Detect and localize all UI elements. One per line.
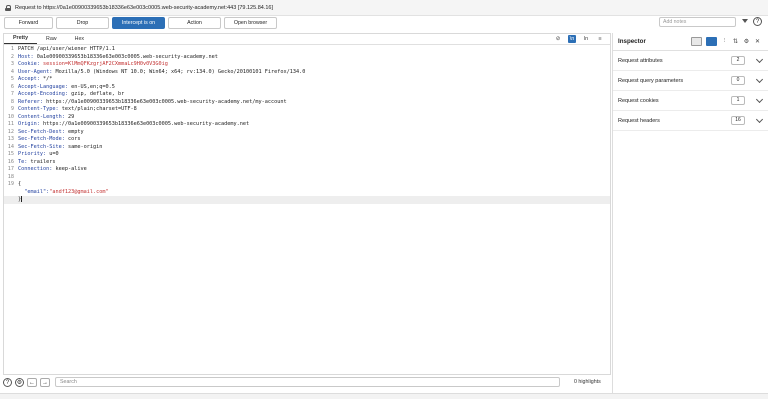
lock-icon [5, 4, 11, 11]
code-line: 12 Sec-Fetch-Dest: empty [7, 128, 84, 135]
count-badge: 0 [731, 76, 745, 85]
code-line: 16 Te: trailers [7, 158, 56, 165]
code-line: 9 Content-Type: text/plain;charset=UTF-8 [10, 106, 137, 112]
notes-input[interactable]: Add notes [659, 17, 736, 27]
gear-icon[interactable]: ⚙ [743, 38, 750, 45]
count-badge: 16 [731, 116, 745, 125]
inspector-row-request-attributes[interactable]: Request attributes 2 [613, 51, 768, 71]
status-bar [0, 393, 768, 399]
forward-button[interactable]: Forward [4, 17, 53, 29]
menu-icon[interactable]: ≡ [596, 35, 604, 43]
tab-hex[interactable]: Hex [66, 34, 93, 44]
message-editor[interactable]: Pretty Raw Hex ⊘ \n ln ≡ 1 PATCH /api/use… [3, 33, 611, 375]
layout-split-icon[interactable] [691, 37, 702, 46]
code-line-current: } [4, 196, 610, 204]
count-badge: 1 [731, 96, 745, 105]
code-line: 10 Content-Length: 29 [7, 113, 75, 120]
inspector-panel: Inspector ⫶ ⇅ ⚙ ✕ Request attributes 2 R… [612, 33, 768, 393]
inspector-title: Inspector [618, 38, 646, 45]
code-line: 11 Origin: https://0a1e00900339653b18336e… [7, 121, 250, 127]
tab-raw[interactable]: Raw [37, 34, 66, 44]
align-icon[interactable]: ⫶ [721, 38, 728, 45]
intercept-toolbar: Forward Drop Intercept is on Action Open… [0, 15, 768, 31]
drop-button[interactable]: Drop [56, 17, 109, 29]
forward-arrow-icon[interactable]: → [40, 377, 50, 387]
chevron-down-icon[interactable] [742, 19, 748, 23]
code-line: 19{ [7, 181, 22, 187]
code-line: 18 [7, 173, 14, 180]
search-bar: ? ⚙ ← → Search 0 highlights [0, 375, 610, 389]
chevron-down-icon[interactable] [755, 95, 764, 104]
highlights-count: 0 highlights [574, 379, 601, 385]
intercept-toggle-button[interactable]: Intercept is on [112, 17, 165, 29]
search-input[interactable]: Search [55, 377, 560, 387]
code-line: 3 Cookie: session=KlMmQFKzgrjAF2CXmmaLc9H… [10, 61, 168, 67]
code-line: 7 Accept-Encoding: gzip, deflate, br [10, 91, 125, 97]
wrap-icon[interactable]: ln [582, 35, 590, 43]
close-icon[interactable]: ✕ [754, 38, 761, 45]
code-line: 2 Host: 0a1e00900339653b18336e63e003c0005… [10, 53, 218, 60]
code-line: 4 User-Agent: Mozilla/5.0 (Windows NT 10.… [10, 68, 306, 75]
help-icon[interactable]: ? [3, 377, 12, 387]
sort-icon[interactable]: ⇅ [732, 38, 739, 45]
open-browser-button[interactable]: Open browser [224, 17, 277, 29]
action-button[interactable]: Action [168, 17, 221, 29]
code-line: 17 Connection: keep-alive [7, 166, 87, 172]
editor-icons: ⊘ \n ln ≡ [554, 35, 604, 43]
request-info-bar: Request to https://0a1e00900339653b18336… [0, 0, 768, 16]
inspector-icons: ⫶ ⇅ ⚙ ✕ [691, 37, 761, 46]
count-badge: 2 [731, 56, 745, 65]
request-body[interactable]: 1 PATCH /api/user/wiener HTTP/1.1 2 Host: … [4, 46, 610, 204]
request-info-text: Request to https://0a1e00900339653b18336… [15, 4, 273, 11]
info-icon[interactable]: ? [753, 17, 762, 26]
code-line: "email":"andf123@gmail.com" [18, 188, 109, 195]
newline-icon[interactable]: \n [568, 35, 576, 43]
code-line: 15 Priority: u=0 [7, 151, 59, 157]
chevron-down-icon[interactable] [755, 75, 764, 84]
gear-icon[interactable]: ⚙ [15, 377, 24, 387]
editor-tabs: Pretty Raw Hex [4, 34, 610, 45]
chevron-down-icon[interactable] [755, 115, 764, 124]
inspector-row-request-query-parameters[interactable]: Request query parameters 0 [613, 71, 768, 91]
inspector-row-request-cookies[interactable]: Request cookies 1 [613, 91, 768, 111]
tab-pretty[interactable]: Pretty [4, 33, 38, 44]
code-line: 14 Sec-Fetch-Site: same-origin [7, 143, 103, 150]
code-line: 1 PATCH /api/user/wiener HTTP/1.1 [10, 46, 115, 52]
inspector-header: Inspector ⫶ ⇅ ⚙ ✕ [613, 33, 768, 51]
layout-side-icon[interactable] [706, 37, 717, 46]
back-arrow-icon[interactable]: ← [27, 377, 37, 387]
code-line: 13 Sec-Fetch-Mode: cors [7, 136, 81, 142]
chevron-down-icon[interactable] [755, 55, 764, 64]
hide-icon[interactable]: ⊘ [554, 35, 562, 43]
code-line: 5 Accept: */* [10, 76, 53, 82]
text-caret [21, 196, 23, 202]
inspector-row-request-headers[interactable]: Request headers 16 [613, 111, 768, 131]
code-line: 8 Referer: https://0a1e00900339653b18336e… [10, 98, 287, 105]
code-line: 6 Accept-Language: en-US,en;q=0.5 [10, 83, 115, 90]
